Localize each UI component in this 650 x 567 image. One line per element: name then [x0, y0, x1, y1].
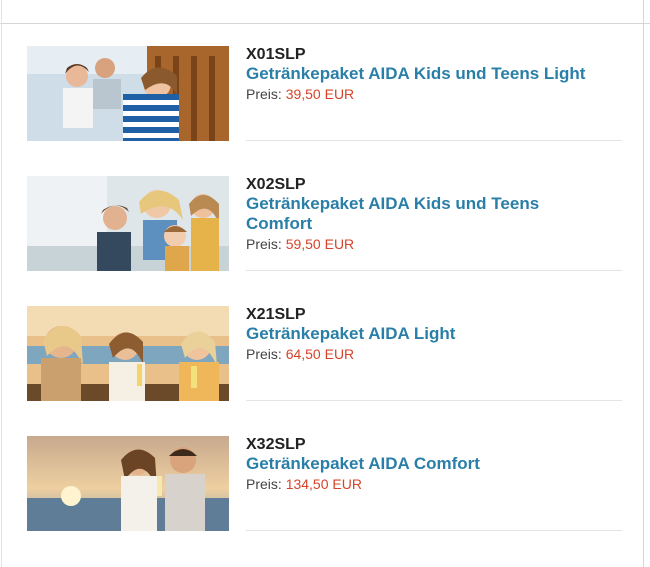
item-divider — [246, 140, 622, 141]
product-title-link[interactable]: Getränkepaket AIDA Comfort — [246, 454, 586, 474]
product-image-kids-teens-light[interactable] — [27, 46, 229, 141]
product-info: X01SLP Getränkepaket AIDA Kids und Teens… — [246, 46, 622, 104]
product-item: X21SLP Getränkepaket AIDA Light Preis: 6… — [27, 306, 623, 436]
product-title-link[interactable]: Getränkepaket AIDA Kids und Teens Light — [246, 64, 586, 84]
item-divider — [246, 530, 622, 531]
item-divider — [246, 400, 622, 401]
price-value: 134,50 EUR — [285, 476, 362, 492]
price-label: Preis: — [246, 476, 282, 492]
product-title-link[interactable]: Getränkepaket AIDA Kids und Teens Comfor… — [246, 194, 586, 234]
product-image-aida-light[interactable] — [27, 306, 229, 401]
price-line: Preis: 134,50 EUR — [246, 474, 622, 494]
price-line: Preis: 64,50 EUR — [246, 344, 622, 364]
price-value: 59,50 EUR — [285, 236, 355, 252]
product-info: X32SLP Getränkepaket AIDA Comfort Preis:… — [246, 436, 622, 494]
product-image-kids-teens-comfort[interactable] — [27, 176, 229, 271]
product-item: X01SLP Getränkepaket AIDA Kids und Teens… — [27, 46, 623, 176]
right-border — [643, 0, 644, 567]
product-item: X32SLP Getränkepaket AIDA Comfort Preis:… — [27, 436, 623, 566]
price-value: 39,50 EUR — [285, 86, 355, 102]
product-image-aida-comfort[interactable] — [27, 436, 229, 531]
product-title-link[interactable]: Getränkepaket AIDA Light — [246, 324, 586, 344]
price-value: 64,50 EUR — [285, 346, 355, 362]
product-info: X02SLP Getränkepaket AIDA Kids und Teens… — [246, 176, 622, 254]
price-line: Preis: 39,50 EUR — [246, 84, 622, 104]
product-info: X21SLP Getränkepaket AIDA Light Preis: 6… — [246, 306, 622, 364]
product-code: X02SLP — [246, 176, 306, 193]
price-line: Preis: 59,50 EUR — [246, 234, 622, 254]
price-label: Preis: — [246, 346, 282, 362]
price-label: Preis: — [246, 86, 282, 102]
product-code: X01SLP — [246, 46, 306, 63]
product-item: X02SLP Getränkepaket AIDA Kids und Teens… — [27, 176, 623, 306]
item-divider — [246, 270, 622, 271]
product-list: X01SLP Getränkepaket AIDA Kids und Teens… — [27, 46, 623, 566]
left-border — [1, 0, 2, 567]
product-code: X32SLP — [246, 436, 306, 453]
product-code: X21SLP — [246, 306, 306, 323]
top-divider — [0, 23, 650, 24]
price-label: Preis: — [246, 236, 282, 252]
